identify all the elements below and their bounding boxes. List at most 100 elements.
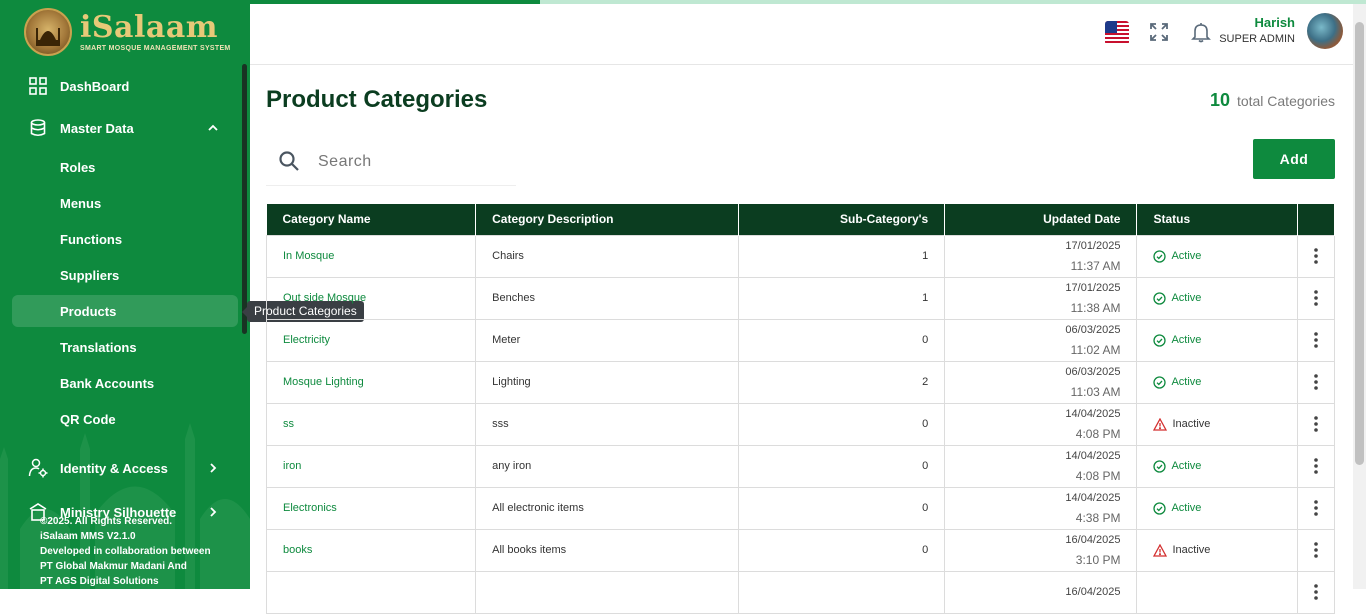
- status-cell: Active: [1136, 318, 1298, 362]
- status-text: Active: [1171, 250, 1202, 262]
- table-row[interactable]: iron any iron 0 14/04/2025 4:08 PM Active: [265, 444, 1336, 488]
- us-flag-icon[interactable]: [1105, 21, 1129, 45]
- category-name[interactable]: Mosque Lighting: [265, 360, 477, 404]
- updated-date: 17/01/2025 11:38 AM: [944, 276, 1138, 320]
- category-name[interactable]: ss: [265, 402, 477, 446]
- updated-date-day: 06/03/2025: [1065, 366, 1121, 378]
- sidebar-subitem-bank-accounts[interactable]: Bank Accounts: [12, 367, 238, 399]
- kebab-menu-icon[interactable]: [1314, 290, 1318, 306]
- updated-date-time: 11:38 AM: [1070, 301, 1121, 315]
- updated-date-day: 14/04/2025: [1065, 492, 1121, 504]
- column-header-status[interactable]: Status: [1136, 204, 1298, 235]
- kebab-menu-icon[interactable]: [1314, 500, 1318, 516]
- category-name[interactable]: Electronics: [265, 486, 477, 530]
- check-circle-icon: [1153, 249, 1167, 263]
- table-row[interactable]: In Mosque Chairs 1 17/01/2025 11:37 AM Active: [265, 234, 1336, 278]
- status-badge: Active: [1153, 291, 1281, 305]
- column-header-actions: [1297, 204, 1336, 235]
- kebab-menu-icon[interactable]: [1314, 248, 1318, 264]
- updated-date: 17/01/2025 11:37 AM: [944, 234, 1138, 278]
- kebab-menu-icon[interactable]: [1314, 458, 1318, 474]
- chevron-right-icon: [210, 463, 217, 473]
- kebab-menu-icon[interactable]: [1314, 332, 1318, 348]
- total-count: 10: [1210, 90, 1231, 110]
- brand-logo[interactable]: iSalaam SMART MOSQUE MANAGEMENT SYSTEM: [24, 8, 234, 56]
- category-description: sss: [475, 402, 739, 446]
- category-name[interactable]: iron: [265, 444, 477, 488]
- table-row[interactable]: Mosque Lighting Lighting 2 06/03/2025 11:03 …: [265, 360, 1336, 404]
- database-icon: [28, 118, 48, 138]
- updated-date-time: 11:02 AM: [1070, 343, 1121, 357]
- status-cell: Active: [1136, 360, 1298, 404]
- column-header-updated-date[interactable]: Updated Date: [944, 204, 1138, 235]
- sidebar-item-master-data[interactable]: Master Data: [12, 112, 238, 144]
- sidebar-subitem-products[interactable]: Products: [12, 295, 238, 327]
- search-input[interactable]: [318, 150, 508, 174]
- sidebar-subitem-menus[interactable]: Menus: [12, 187, 238, 219]
- sidebar-subitem-suppliers[interactable]: Suppliers: [12, 259, 238, 291]
- status-text: Inactive: [1172, 418, 1211, 430]
- actions-cell: [1296, 360, 1336, 404]
- bell-icon[interactable]: [1190, 21, 1212, 43]
- grid-icon: [28, 76, 48, 96]
- mosque-emblem-icon: [24, 8, 72, 56]
- check-circle-icon: [1153, 333, 1167, 347]
- updated-date-day: 14/04/2025: [1065, 450, 1121, 462]
- kebab-menu-icon[interactable]: [1314, 416, 1318, 432]
- category-name[interactable]: Electricity: [265, 318, 477, 362]
- kebab-menu-icon[interactable]: [1314, 542, 1318, 558]
- actions-cell: [1296, 570, 1336, 614]
- sidebar-item-label: DashBoard: [60, 78, 130, 94]
- updated-date-time: 3:10 PM: [1075, 553, 1121, 567]
- check-circle-icon: [1153, 459, 1167, 473]
- updated-date-time: 11:03 AM: [1070, 385, 1121, 399]
- chevron-up-icon: [208, 124, 218, 131]
- column-header-subcategories[interactable]: Sub-Category's: [738, 204, 946, 235]
- status-badge: Active: [1153, 501, 1281, 515]
- kebab-menu-icon[interactable]: [1314, 374, 1318, 390]
- sidebar-item-dashboard[interactable]: DashBoard: [12, 70, 238, 102]
- kebab-menu-icon[interactable]: [1314, 584, 1318, 600]
- status-text: Active: [1171, 502, 1202, 514]
- sidebar-item-identity-access[interactable]: Identity & Access: [12, 452, 238, 484]
- sidebar-subitem-qr-code[interactable]: QR Code: [12, 403, 238, 435]
- sidebar-subitem-roles[interactable]: Roles: [12, 151, 238, 183]
- updated-date: 16/04/2025 3:10 PM: [944, 528, 1138, 572]
- status-badge: Active: [1153, 249, 1281, 263]
- sidebar-scrollbar[interactable]: [242, 64, 247, 334]
- category-description: All books items: [475, 528, 739, 572]
- subcategory-count: [737, 570, 946, 614]
- status-cell: Active: [1136, 276, 1298, 320]
- updated-date-time: 11:37 AM: [1070, 259, 1121, 273]
- top-header: Harish SUPER ADMIN: [250, 4, 1353, 65]
- fullscreen-icon[interactable]: [1149, 22, 1169, 42]
- table-row[interactable]: 16/04/2025: [265, 570, 1336, 614]
- collab-text: Developed in collaboration between: [40, 546, 211, 557]
- add-button[interactable]: Add: [1253, 139, 1335, 179]
- status-text: Inactive: [1172, 544, 1211, 556]
- table-row[interactable]: books All books items 0 16/04/2025 3:10 PM In…: [265, 528, 1336, 572]
- table-row[interactable]: Out side Mosque Benches 1 17/01/2025 11:38 A…: [265, 276, 1336, 320]
- page-scrollbar-thumb[interactable]: [1355, 22, 1364, 465]
- check-circle-icon: [1153, 501, 1167, 515]
- column-header-description[interactable]: Category Description: [475, 204, 739, 235]
- updated-date: 16/04/2025: [944, 570, 1138, 614]
- updated-date-time: 4:08 PM: [1075, 427, 1121, 441]
- category-name[interactable]: books: [265, 528, 477, 572]
- status-badge: Inactive: [1153, 417, 1281, 431]
- sidebar-footer: ©2025. All Rights Reserved. iSalaam MMS …: [40, 514, 211, 589]
- column-header-name[interactable]: Category Name: [266, 204, 477, 235]
- category-name[interactable]: In Mosque: [265, 234, 477, 278]
- user-name[interactable]: Harish: [1255, 15, 1295, 30]
- sidebar-item-label: Identity & Access: [60, 460, 168, 476]
- total-label: total Categories: [1236, 93, 1335, 109]
- table-row[interactable]: ss sss 0 14/04/2025 4:08 PM Inactive: [265, 402, 1336, 446]
- table-row[interactable]: Electricity Meter 0 06/03/2025 11:02 AM Activ…: [265, 318, 1336, 362]
- warning-icon: [1153, 417, 1168, 431]
- category-name[interactable]: [265, 570, 477, 614]
- avatar[interactable]: [1307, 13, 1343, 49]
- table-row[interactable]: Electronics All electronic items 0 14/04/20…: [265, 486, 1336, 530]
- sidebar-subitem-translations[interactable]: Translations: [12, 331, 238, 363]
- category-name[interactable]: Out side Mosque: [265, 276, 477, 320]
- sidebar-subitem-functions[interactable]: Functions: [12, 223, 238, 255]
